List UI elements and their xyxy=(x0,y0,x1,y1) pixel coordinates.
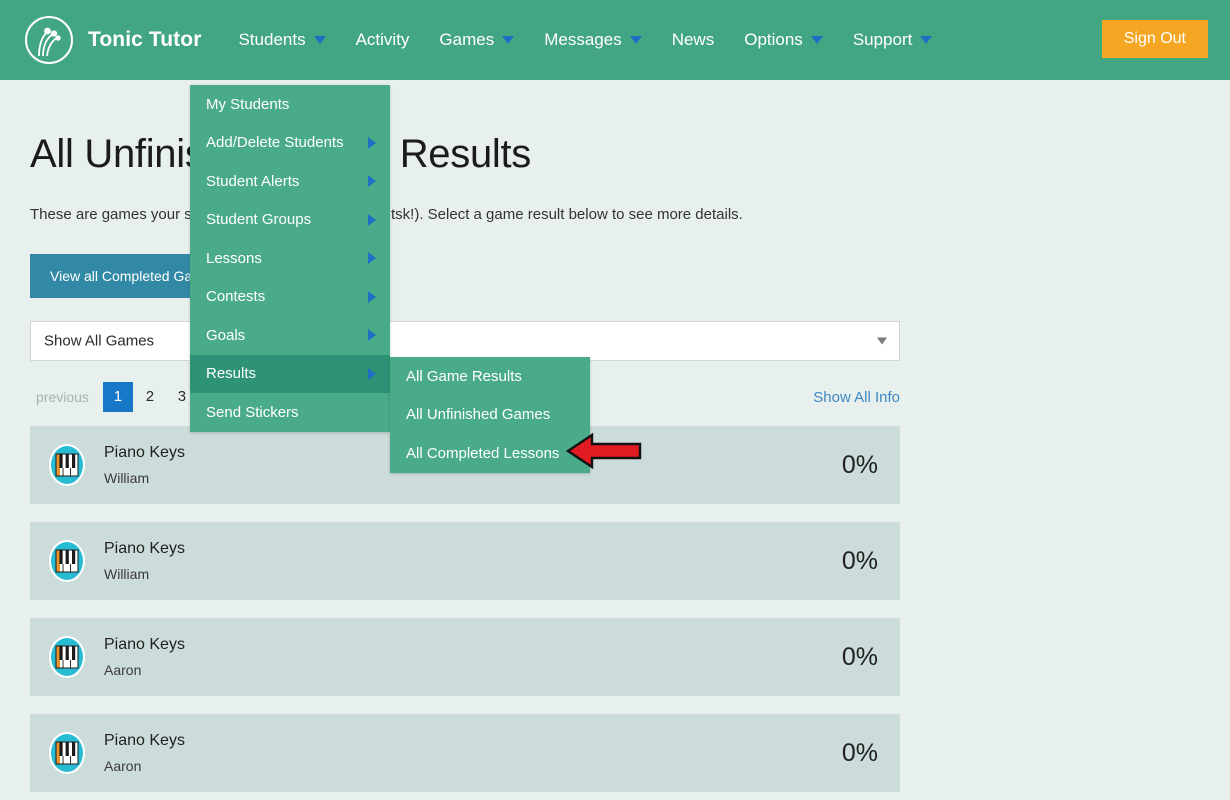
menu-item-contests[interactable]: Contests xyxy=(190,278,390,317)
row-game-name: Piano Keys xyxy=(104,636,185,654)
pagination-page-1[interactable]: 1 xyxy=(103,382,133,412)
pagination-page-2[interactable]: 2 xyxy=(135,382,165,412)
sign-out-button[interactable]: Sign Out xyxy=(1102,20,1208,58)
row-score: 0% xyxy=(842,739,878,768)
row-student-name: Aaron xyxy=(104,758,185,774)
chevron-right-icon xyxy=(368,252,376,264)
submenu-item-all-unfinished-games[interactable]: All Unfinished Games xyxy=(390,396,590,435)
results-submenu: All Game Results All Unfinished Games Al… xyxy=(390,357,590,473)
table-row[interactable]: Piano Keys William 0% xyxy=(30,522,900,600)
row-texts: Piano Keys William xyxy=(104,444,185,486)
submenu-item-all-game-results[interactable]: All Game Results xyxy=(390,357,590,396)
menu-item-label: Student Groups xyxy=(206,211,311,228)
row-game-name: Piano Keys xyxy=(104,540,185,558)
page-content: All Unfinished Game Results These are ga… xyxy=(0,132,1230,792)
table-row[interactable]: Piano Keys Aaron 0% xyxy=(30,618,900,696)
nav-item-label: Games xyxy=(439,30,494,50)
chevron-down-icon xyxy=(630,36,642,44)
nav-item-messages[interactable]: Messages xyxy=(529,0,656,80)
chevron-right-icon xyxy=(368,329,376,341)
menu-item-label: Add/Delete Students xyxy=(206,134,344,151)
menu-item-my-students[interactable]: My Students xyxy=(190,85,390,124)
menu-item-add-delete-students[interactable]: Add/Delete Students xyxy=(190,124,390,163)
chevron-down-icon xyxy=(920,36,932,44)
brand[interactable]: Tonic Tutor xyxy=(22,13,201,67)
submenu-item-label: All Completed Lessons xyxy=(406,445,559,462)
submenu-item-label: All Game Results xyxy=(406,368,522,385)
chevron-right-icon xyxy=(368,137,376,149)
brand-title: Tonic Tutor xyxy=(88,28,201,52)
row-student-name: William xyxy=(104,470,185,486)
chevron-down-icon xyxy=(502,36,514,44)
row-texts: Piano Keys William xyxy=(104,540,185,582)
chevron-right-icon xyxy=(368,368,376,380)
row-score: 0% xyxy=(842,547,878,576)
nav-item-news[interactable]: News xyxy=(657,0,730,80)
tonic-tutor-logo-icon xyxy=(22,13,76,67)
row-game-name: Piano Keys xyxy=(104,444,185,462)
row-score: 0% xyxy=(842,643,878,672)
nav-item-label: Options xyxy=(744,30,803,50)
menu-item-label: Results xyxy=(206,365,256,382)
top-navbar: Tonic Tutor Students Activity Games Mess… xyxy=(0,0,1230,80)
piano-keys-icon xyxy=(48,443,86,487)
nav-item-label: Support xyxy=(853,30,913,50)
results-list: Piano Keys William 0% xyxy=(30,426,1200,792)
chevron-down-icon xyxy=(877,338,887,345)
piano-keys-icon xyxy=(48,539,86,583)
menu-item-label: Student Alerts xyxy=(206,173,299,190)
nav-item-games[interactable]: Games xyxy=(424,0,529,80)
nav-item-options[interactable]: Options xyxy=(729,0,838,80)
row-texts: Piano Keys Aaron xyxy=(104,636,185,678)
nav-item-activity[interactable]: Activity xyxy=(341,0,425,80)
row-score: 0% xyxy=(842,451,878,480)
chevron-right-icon xyxy=(368,214,376,226)
menu-item-lessons[interactable]: Lessons xyxy=(190,239,390,278)
submenu-item-label: All Unfinished Games xyxy=(406,406,550,423)
game-filter-select[interactable]: Show All Games xyxy=(30,321,900,361)
chevron-down-icon xyxy=(314,36,326,44)
nav-item-support[interactable]: Support xyxy=(838,0,948,80)
piano-keys-icon xyxy=(48,635,86,679)
row-texts: Piano Keys Aaron xyxy=(104,732,185,774)
menu-item-label: My Students xyxy=(206,96,289,113)
row-student-name: Aaron xyxy=(104,662,185,678)
menu-item-student-groups[interactable]: Student Groups xyxy=(190,201,390,240)
students-dropdown-menu: My Students Add/Delete Students Student … xyxy=(190,85,390,432)
chevron-right-icon xyxy=(368,291,376,303)
show-all-info-link[interactable]: Show All Info xyxy=(813,389,900,406)
piano-keys-icon xyxy=(48,731,86,775)
menu-item-label: Contests xyxy=(206,288,265,305)
menu-item-results[interactable]: Results xyxy=(190,355,390,394)
row-student-name: William xyxy=(104,566,185,582)
menu-item-send-stickers[interactable]: Send Stickers xyxy=(190,393,390,432)
game-filter-value: Show All Games xyxy=(44,333,154,350)
pagination-previous[interactable]: previous xyxy=(30,389,103,405)
nav-item-label: Messages xyxy=(544,30,621,50)
nav-item-label: Students xyxy=(238,30,305,50)
menu-item-label: Send Stickers xyxy=(206,404,299,421)
submenu-item-all-completed-lessons[interactable]: All Completed Lessons xyxy=(390,434,590,473)
chevron-down-icon xyxy=(811,36,823,44)
nav-item-label: News xyxy=(672,30,715,50)
chevron-right-icon xyxy=(368,175,376,187)
menu-item-goals[interactable]: Goals xyxy=(190,316,390,355)
menu-item-label: Goals xyxy=(206,327,245,344)
menu-item-student-alerts[interactable]: Student Alerts xyxy=(190,162,390,201)
table-row[interactable]: Piano Keys Aaron 0% xyxy=(30,714,900,792)
nav-item-label: Activity xyxy=(356,30,410,50)
nav-items: Students Activity Games Messages News Op… xyxy=(223,0,947,80)
nav-item-students[interactable]: Students xyxy=(223,0,340,80)
menu-item-label: Lessons xyxy=(206,250,262,267)
pagination: previous 1 2 3 xyxy=(30,382,199,412)
row-game-name: Piano Keys xyxy=(104,732,185,750)
